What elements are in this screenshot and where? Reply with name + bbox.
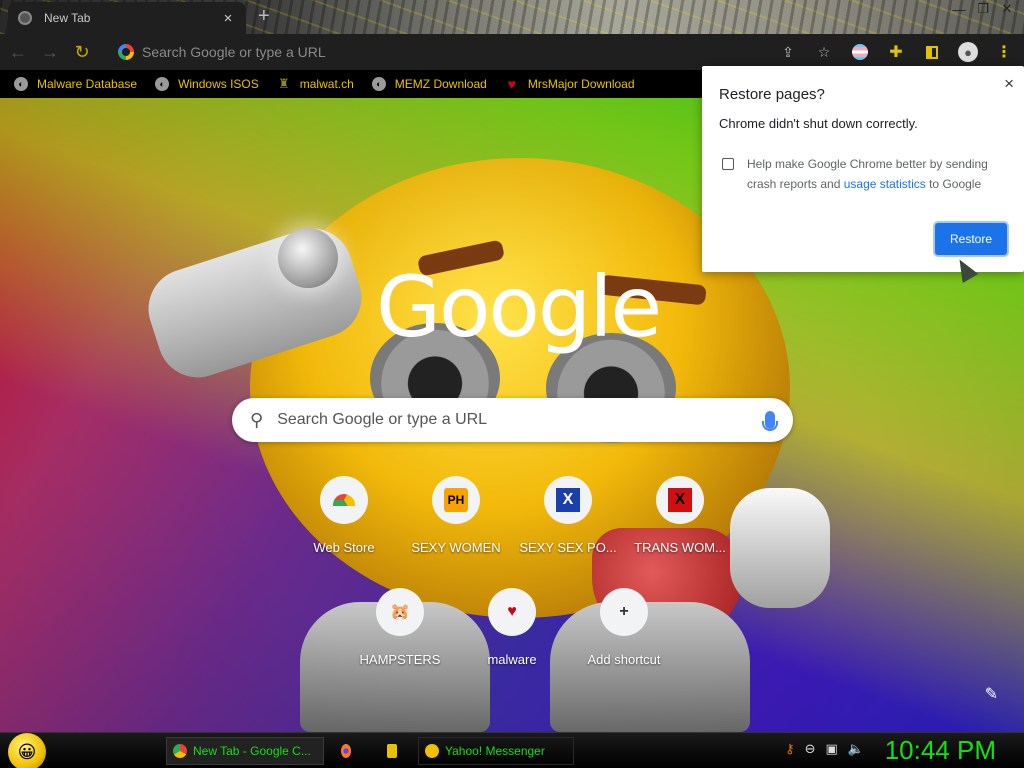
shortcut-web-store[interactable]: Web Store bbox=[288, 476, 400, 555]
tab-title: New Tab bbox=[44, 11, 91, 25]
system-tray: ⚷ ⊖ ▣ 🔈 bbox=[785, 741, 864, 757]
menu-kebab-icon[interactable]: ⋮ bbox=[990, 38, 1018, 66]
crash-report-label: Help make Google Chrome better by sendin… bbox=[747, 157, 988, 191]
shortcut-label: Web Store bbox=[313, 540, 375, 555]
maximize-button[interactable]: ❐ bbox=[974, 1, 992, 16]
clock[interactable]: 10:44 PM bbox=[885, 735, 996, 766]
volume-icon[interactable]: 🔈 bbox=[848, 741, 864, 757]
shortcut-hampsters[interactable]: 🐹 HAMPSTERS bbox=[344, 588, 456, 667]
folder-icon bbox=[387, 744, 397, 758]
omnibox[interactable]: Search Google or type a URL bbox=[110, 38, 782, 66]
globe-icon: ◐ bbox=[14, 77, 28, 91]
shortcut-add[interactable]: + Add shortcut bbox=[568, 588, 680, 667]
ntp-search-placeholder: Search Google or type a URL bbox=[277, 411, 488, 428]
minimize-button[interactable]: — bbox=[950, 2, 968, 17]
restore-button[interactable]: Restore bbox=[935, 223, 1007, 255]
bookmark-label: MrsMajor Download bbox=[527, 77, 635, 91]
task-label: New Tab - Google C... bbox=[193, 744, 311, 758]
shortcut-sexy-sex-po[interactable]: X SEXY SEX PO... bbox=[512, 476, 624, 555]
bookmark-mrsmajor-download[interactable]: ♥ MrsMajor Download bbox=[505, 76, 635, 92]
tray-minus-icon[interactable]: ⊖ bbox=[805, 741, 816, 757]
crash-report-checkbox[interactable] bbox=[722, 158, 734, 170]
globe-icon: ◐ bbox=[155, 77, 170, 91]
heart-icon: ♥ bbox=[488, 588, 536, 636]
usage-statistics-link[interactable]: usage statistics bbox=[844, 177, 926, 191]
bookmark-label: Malware Database bbox=[37, 77, 138, 91]
extensions-puzzle-icon[interactable]: ✚ bbox=[882, 38, 910, 66]
customize-pencil-icon[interactable]: ✎ bbox=[985, 684, 998, 704]
chrome-icon bbox=[173, 744, 187, 758]
plus-icon: + bbox=[600, 588, 648, 636]
share-icon[interactable]: ⇪ bbox=[774, 38, 802, 66]
task-firefox[interactable] bbox=[334, 737, 364, 765]
webstore-icon bbox=[320, 476, 368, 524]
shortcut-label: TRANS WOM... bbox=[634, 540, 726, 555]
shortcut-label: malware bbox=[487, 652, 537, 667]
reload-button[interactable]: ↻ bbox=[68, 38, 96, 66]
google-logo: Google bbox=[376, 258, 662, 356]
bookmark-label: MEMZ Download bbox=[394, 77, 487, 91]
key-icon[interactable]: ⚷ bbox=[785, 741, 795, 757]
shortcut-label: SEXY SEX PO... bbox=[519, 540, 617, 555]
voice-search-icon[interactable] bbox=[762, 411, 778, 431]
close-window-button[interactable]: ✕ bbox=[998, 1, 1016, 16]
bookmark-memz-download[interactable]: ◐ MEMZ Download bbox=[371, 77, 487, 91]
restore-pages-dialog: × Restore pages? Chrome didn't shut down… bbox=[702, 66, 1024, 272]
x-icon: X bbox=[656, 476, 704, 524]
shortcut-label: SEXY WOMEN bbox=[411, 540, 501, 555]
ph-icon: PH bbox=[432, 476, 480, 524]
hamster-icon: 🐹 bbox=[376, 588, 424, 636]
network-icon[interactable]: ▣ bbox=[826, 741, 838, 757]
google-icon bbox=[118, 44, 134, 60]
start-smiley-button[interactable]: 😀 bbox=[8, 733, 46, 768]
globe-icon: ◐ bbox=[371, 77, 386, 91]
forward-button[interactable]: → bbox=[36, 38, 64, 66]
task-label: Yahoo! Messenger bbox=[445, 744, 545, 758]
extension-flag-icon[interactable] bbox=[846, 38, 874, 66]
tower-icon: ♜ bbox=[277, 76, 290, 91]
task-chrome[interactable]: New Tab - Google C... bbox=[166, 737, 324, 765]
dialog-title: Restore pages? bbox=[719, 86, 825, 103]
omnibox-placeholder: Search Google or type a URL bbox=[142, 44, 326, 60]
shortcut-label: Add shortcut bbox=[587, 652, 661, 667]
back-button[interactable]: ← bbox=[4, 38, 32, 66]
bookmark-label: Windows ISOS bbox=[178, 77, 259, 91]
side-panel-icon[interactable] bbox=[918, 38, 946, 66]
bookmark-malwatch[interactable]: ♜ malwat.ch bbox=[277, 76, 354, 91]
bookmark-malware-database[interactable]: ◐ Malware Database bbox=[14, 77, 137, 91]
yahoo-messenger-icon bbox=[425, 744, 439, 758]
search-icon: ⚲ bbox=[250, 409, 264, 430]
close-icon[interactable]: × bbox=[1004, 74, 1014, 94]
heart-icon: ♥ bbox=[507, 76, 516, 92]
toolbar-actions: ⇪ ☆ ✚ ● ⋮ bbox=[774, 38, 1018, 66]
shortcut-sexy-women[interactable]: PH SEXY WOMEN bbox=[400, 476, 512, 555]
bookmark-star-icon[interactable]: ☆ bbox=[810, 38, 838, 66]
toolbar: ← → ↻ Search Google or type a URL ⇪ ☆ ✚ … bbox=[0, 34, 1024, 70]
shortcut-label: HAMPSTERS bbox=[359, 652, 441, 667]
tab-favicon-icon bbox=[18, 11, 32, 25]
x-icon: X bbox=[544, 476, 592, 524]
tab-strip: New Tab × + — ❐ ✕ bbox=[0, 0, 1024, 34]
window-controls: — ❐ ✕ bbox=[950, 1, 1016, 17]
firefox-icon bbox=[341, 744, 351, 758]
task-yahoo-messenger[interactable]: Yahoo! Messenger bbox=[418, 737, 574, 765]
bookmark-windows-isos[interactable]: ◐ Windows ISOS bbox=[155, 77, 259, 91]
ntp-search-box[interactable]: ⚲ Search Google or type a URL bbox=[232, 398, 793, 442]
dialog-message: Chrome didn't shut down correctly. bbox=[719, 116, 918, 131]
task-folder[interactable] bbox=[380, 737, 410, 765]
tab-close-button[interactable]: × bbox=[220, 10, 236, 27]
new-tab-button[interactable]: + bbox=[258, 6, 270, 26]
taskbar: 😀 New Tab - Google C... Yahoo! Messenger… bbox=[0, 732, 1024, 768]
shortcut-malware[interactable]: ♥ malware bbox=[456, 588, 568, 667]
tab-new-tab[interactable]: New Tab × bbox=[8, 2, 246, 34]
profile-avatar-icon[interactable]: ● bbox=[954, 38, 982, 66]
bookmark-label: malwat.ch bbox=[299, 77, 354, 91]
shortcut-trans-wom[interactable]: X TRANS WOM... bbox=[624, 476, 736, 555]
